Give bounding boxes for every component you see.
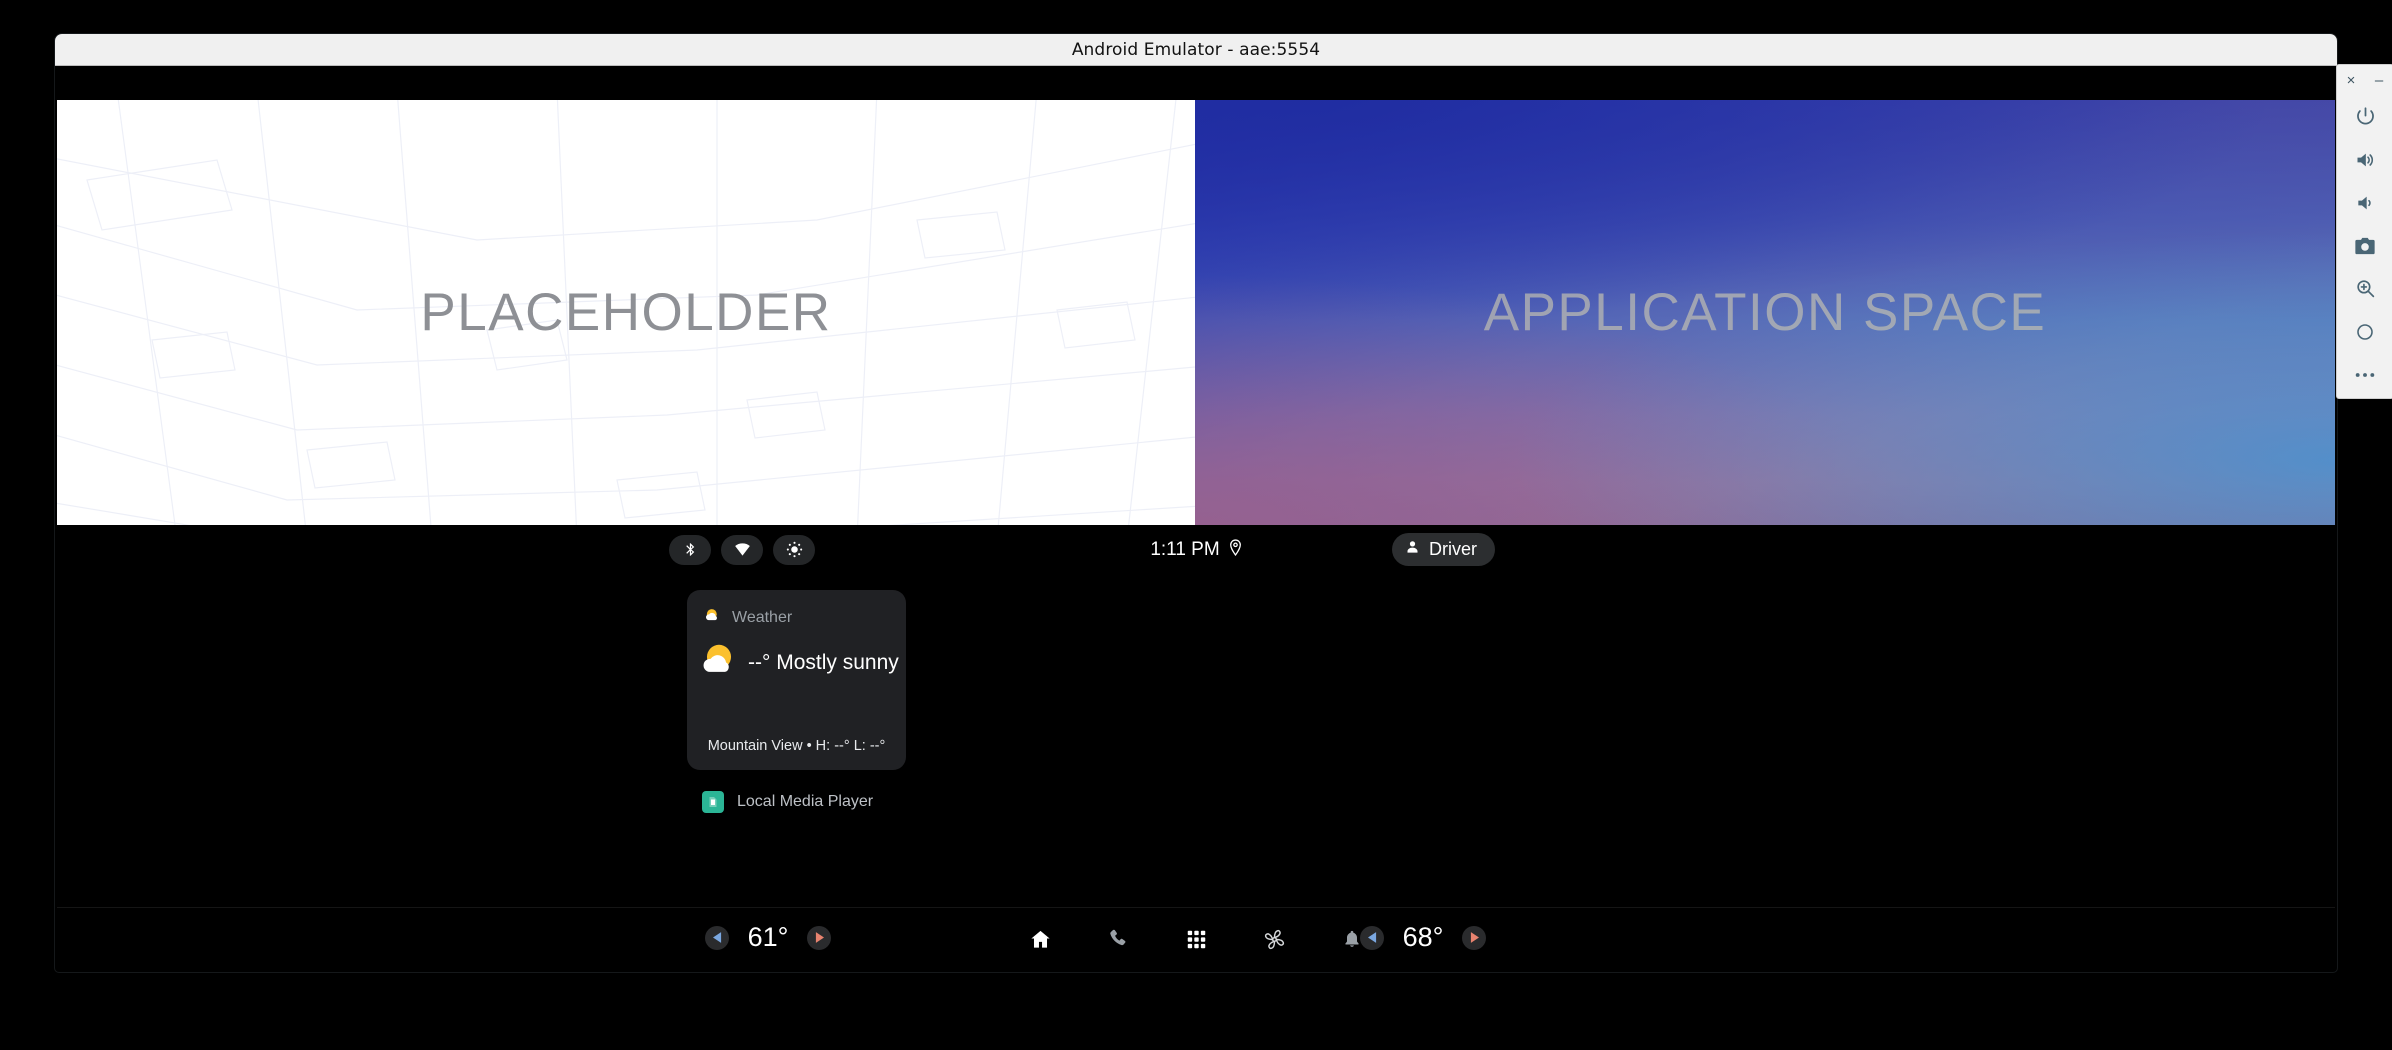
temp-right-value: 68°	[1402, 922, 1444, 952]
application-space-label: APPLICATION SPACE	[1483, 283, 2047, 342]
emulator-window: Android Emulator - aae:5554 PLACEHOLDER …	[55, 34, 2337, 972]
zoom-icon[interactable]	[2342, 267, 2388, 310]
status-bar-right: Driver	[1392, 533, 1495, 566]
volume-up-icon[interactable]	[2342, 138, 2388, 181]
weather-condition: --° Mostly sunny	[748, 650, 899, 674]
weather-card-main: --° Mostly sunny	[687, 629, 906, 684]
minimize-icon[interactable]: –	[2370, 73, 2388, 88]
status-bar-center: 1:11 PM	[57, 539, 2335, 561]
apps-grid-icon[interactable]	[1176, 920, 1216, 958]
close-icon[interactable]: ×	[2342, 73, 2360, 88]
weather-card-header: Weather	[687, 590, 906, 629]
clock: 1:11 PM	[1150, 538, 1220, 560]
emulator-side-toolbar: × –	[2336, 64, 2392, 399]
nav-icon-group	[57, 920, 2335, 958]
top-region: PLACEHOLDER APPLICATION SPACE	[57, 100, 2335, 525]
device-screen[interactable]: PLACEHOLDER APPLICATION SPACE 1:11 PM Dr…	[57, 71, 2335, 970]
user-profile-pill[interactable]: Driver	[1392, 533, 1495, 566]
window-title: Android Emulator - aae:5554	[1071, 39, 1321, 60]
partly-sunny-large-icon	[700, 641, 738, 684]
phone-icon[interactable]	[1098, 920, 1138, 958]
temp-right-decrease-button[interactable]	[1360, 925, 1384, 950]
partly-sunny-icon	[704, 607, 721, 629]
emulator-window-buttons: × –	[2334, 65, 2392, 95]
status-bar: 1:11 PM Driver	[57, 525, 2335, 574]
fan-icon[interactable]	[1254, 920, 1294, 958]
home-icon[interactable]	[1020, 920, 1060, 958]
media-app-label: Local Media Player	[737, 793, 874, 810]
media-row[interactable]: Local Media Player	[702, 791, 873, 813]
map-placeholder-label: PLACEHOLDER	[420, 283, 832, 342]
lower-region: 1:11 PM Driver Weather --° Mostly sunny …	[57, 525, 2335, 970]
media-app-icon	[702, 791, 724, 813]
weather-card[interactable]: Weather --° Mostly sunny Mountain View •…	[687, 590, 906, 770]
location-pin-icon	[1229, 538, 1242, 561]
power-icon[interactable]	[2342, 95, 2388, 138]
map-placeholder-panel[interactable]: PLACEHOLDER	[57, 100, 1195, 525]
weather-app-name: Weather	[732, 609, 793, 626]
temp-right-increase-button[interactable]	[1462, 925, 1486, 950]
user-profile-label: Driver	[1429, 539, 1477, 559]
temperature-control-right: 68°	[1360, 922, 1486, 953]
application-space-panel[interactable]: APPLICATION SPACE	[1195, 100, 2335, 525]
bottom-nav-bar: 61° 68°	[57, 907, 2335, 970]
volume-down-icon[interactable]	[2342, 181, 2388, 224]
circle-back-icon[interactable]	[2342, 310, 2388, 353]
more-icon[interactable]	[2342, 353, 2388, 396]
person-icon	[1405, 539, 1420, 560]
screenshot-camera-icon[interactable]	[2342, 224, 2388, 267]
window-titlebar[interactable]: Android Emulator - aae:5554	[55, 34, 2337, 66]
weather-location-hilo: Mountain View • H: --° L: --°	[707, 738, 886, 754]
